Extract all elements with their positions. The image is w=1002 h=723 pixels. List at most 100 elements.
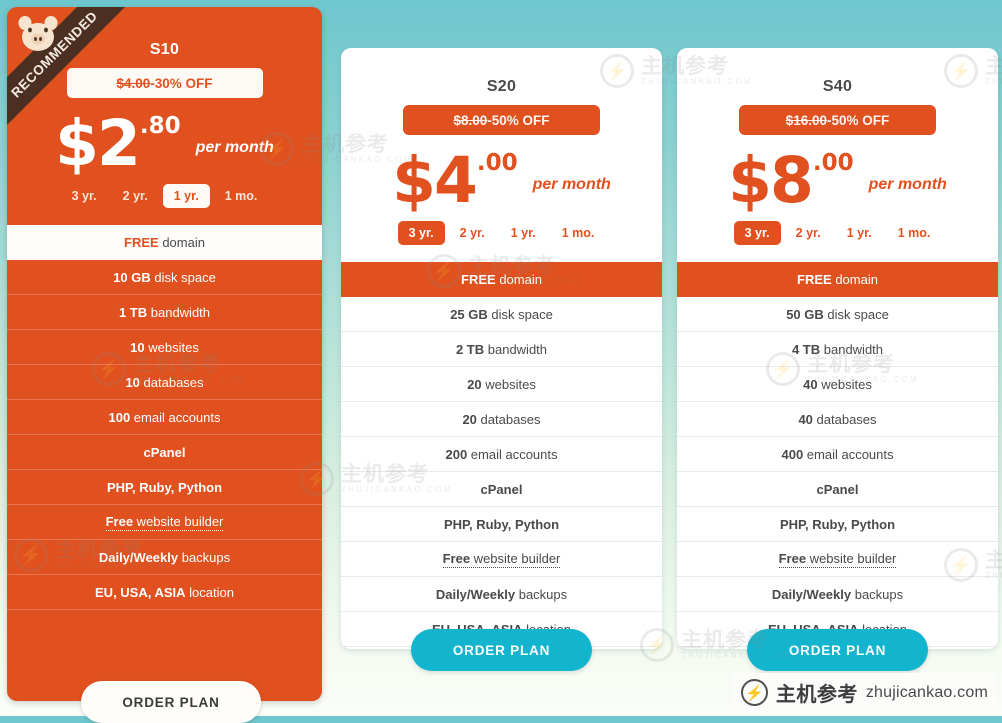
term-tab-3yr[interactable]: 3 yr. <box>397 221 445 245</box>
feature-list-s20: FREE domain 25 GB disk space 2 TB bandwidt… <box>341 262 662 647</box>
term-tab-1yr[interactable]: 1 yr. <box>500 221 547 245</box>
discount-text: -50% OFF <box>827 112 890 128</box>
discount-text: -50% OFF <box>487 112 550 128</box>
feature-row: Free website builder <box>341 542 662 577</box>
feature-row: 10 databases <box>7 365 322 400</box>
discount-badge: $8.00 -50% OFF <box>403 105 600 135</box>
feature-row: Daily/Weekly backups <box>341 577 662 612</box>
feature-row: PHP, Ruby, Python <box>677 507 998 542</box>
feature-text: Daily/Weekly backups <box>771 586 904 602</box>
pricing-card-s10: RECOMMENDED S10 $4.00 -30% OFF $2 .80 pe… <box>7 7 322 723</box>
price-cents: .00 <box>476 150 518 176</box>
term-tab-1mo[interactable]: 1 mo. <box>551 221 606 245</box>
feature-row: cPanel <box>341 472 662 507</box>
term-tab-2yr[interactable]: 2 yr. <box>785 221 832 245</box>
feature-text: 25 GB disk space <box>450 306 553 322</box>
feature-text: 40 databases <box>798 411 877 427</box>
price-cents: .00 <box>812 150 854 176</box>
feature-text: PHP, Ruby, Python <box>443 516 560 532</box>
feature-text: Daily/Weekly backups <box>435 586 568 602</box>
feature-row: Free website builder <box>7 505 322 540</box>
term-tab-1yr[interactable]: 1 yr. <box>836 221 883 245</box>
feature-row: FREE domain <box>677 262 998 297</box>
billing-term-tabs-s40: 3 yr. 2 yr. 1 yr. 1 mo. <box>677 221 998 245</box>
feature-text: 20 websites <box>467 376 536 392</box>
feature-row: Daily/Weekly backups <box>7 540 322 575</box>
old-price: $16.00 <box>785 112 828 128</box>
feature-row: Daily/Weekly backups <box>677 577 998 612</box>
discount-badge: $4.00 -30% OFF <box>66 68 263 98</box>
feature-text: PHP, Ruby, Python <box>106 479 223 495</box>
price-period: per month <box>195 139 274 156</box>
feature-text: cPanel <box>480 481 523 497</box>
feature-row: 200 email accounts <box>341 437 662 472</box>
term-tab-1yr[interactable]: 1 yr. <box>162 184 210 208</box>
feature-row: 100 email accounts <box>7 400 322 435</box>
feature-list-s40: FREE domain 50 GB disk space 4 TB bandwidt… <box>677 262 998 647</box>
feature-text: 10 websites <box>130 339 199 355</box>
feature-row: 20 databases <box>341 402 662 437</box>
price-row: $4 .00 per month <box>341 141 662 219</box>
feature-text: cPanel <box>143 444 186 460</box>
feature-row: 10 GB disk space <box>7 260 322 295</box>
feature-text: EU, USA, ASIA location <box>95 584 234 600</box>
term-tab-3yr[interactable]: 3 yr. <box>61 184 108 208</box>
plan-name: S20 <box>486 78 517 95</box>
feature-text: 400 email accounts <box>781 446 894 462</box>
pricing-card-s40: S40 $16.00 -50% OFF $8 .00 per month 3 y… <box>677 48 998 671</box>
term-tab-2yr[interactable]: 2 yr. <box>112 184 159 208</box>
order-plan-button-s20[interactable]: ORDER PLAN <box>411 629 592 671</box>
billing-term-tabs-s10: 3 yr. 2 yr. 1 yr. 1 mo. <box>7 184 322 208</box>
price-period: per month <box>532 176 611 193</box>
term-tab-1mo[interactable]: 1 mo. <box>887 221 942 245</box>
price-period: per month <box>868 176 947 193</box>
site-logo-domain: zhujicankao.com <box>865 683 988 701</box>
feature-text: Free website builder <box>105 513 224 531</box>
feature-row: PHP, Ruby, Python <box>7 470 322 505</box>
lightning-logo-icon: ⚡ <box>740 679 768 706</box>
price-amount: $4 <box>392 143 478 217</box>
discount-text: -30% OFF <box>150 75 213 91</box>
feature-text: Free website builder <box>442 550 561 568</box>
term-tab-2yr[interactable]: 2 yr. <box>449 221 496 245</box>
feature-row: 50 GB disk space <box>677 297 998 332</box>
site-logo-cn: 主机参考 <box>775 684 858 706</box>
feature-row: 1 TB bandwidth <box>7 295 322 330</box>
pig-mascot-icon <box>18 16 58 51</box>
feature-row: FREE domain <box>341 262 662 297</box>
order-plan-button-s40[interactable]: ORDER PLAN <box>747 629 928 671</box>
feature-row: cPanel <box>7 435 322 470</box>
price-amount: $8 <box>728 143 814 217</box>
feature-list-s10: FREE domain 10 GB disk space 1 TB bandwidt… <box>7 225 322 610</box>
feature-text: Free website builder <box>778 550 897 568</box>
price-amount: $2 <box>55 106 141 180</box>
card-header-s40: S40 $16.00 -50% OFF $8 .00 per month 3 y… <box>677 48 998 245</box>
feature-text: 10 GB disk space <box>113 269 216 285</box>
feature-row: 25 GB disk space <box>341 297 662 332</box>
feature-row: 40 websites <box>677 367 998 402</box>
billing-term-tabs-s20: 3 yr. 2 yr. 1 yr. 1 mo. <box>341 221 662 245</box>
card-header-s20: S20 $8.00 -50% OFF $4 .00 per month 3 yr… <box>341 48 662 245</box>
feature-row: Free website builder <box>677 542 998 577</box>
feature-text: 40 websites <box>803 376 872 392</box>
feature-text: 1 TB bandwidth <box>118 304 211 320</box>
feature-text: 4 TB bandwidth <box>791 341 884 357</box>
term-tab-3yr[interactable]: 3 yr. <box>733 221 781 245</box>
feature-row: 20 websites <box>341 367 662 402</box>
price-row: $2 .80 per month <box>7 104 322 182</box>
order-plan-button-s10[interactable]: ORDER PLAN <box>81 681 261 723</box>
feature-row: 400 email accounts <box>677 437 998 472</box>
site-logo: ⚡ 主机参考 zhujicankao.com <box>732 673 996 712</box>
price-cents: .80 <box>139 113 181 139</box>
feature-row: 4 TB bandwidth <box>677 332 998 367</box>
feature-text: 200 email accounts <box>445 446 558 462</box>
price-row: $8 .00 per month <box>677 141 998 219</box>
discount-badge: $16.00 -50% OFF <box>739 105 936 135</box>
feature-text: Daily/Weekly backups <box>98 549 231 565</box>
feature-text: 20 databases <box>462 411 541 427</box>
feature-row: 10 websites <box>7 330 322 365</box>
feature-text: FREE domain <box>461 272 542 287</box>
feature-text: FREE domain <box>797 272 878 287</box>
feature-row: PHP, Ruby, Python <box>341 507 662 542</box>
term-tab-1mo[interactable]: 1 mo. <box>214 184 269 208</box>
